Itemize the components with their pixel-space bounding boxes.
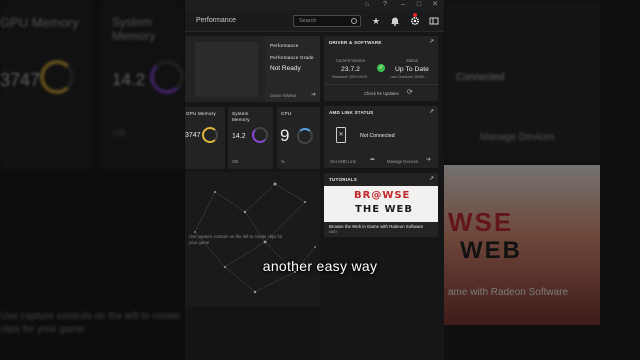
tutorial-caption: Browse the Web in Game with Radeon Softw… xyxy=(329,224,424,229)
tutorial-thumbnail[interactable]: BR@WSE THE WEB xyxy=(324,186,438,222)
share-icon[interactable]: ➦ xyxy=(370,156,375,163)
tutorials-title: TUTORIALS xyxy=(329,177,358,182)
status-label: Status xyxy=(406,58,418,63)
performance-graphic xyxy=(195,42,258,97)
metric-cpu[interactable]: CPU 9 % xyxy=(277,107,320,169)
capture-hint: Use capture controls on the left to crea… xyxy=(189,234,283,245)
bell-icon[interactable] xyxy=(390,16,400,26)
minimize-button[interactable]: – xyxy=(399,1,407,9)
sys-gauge-ring xyxy=(252,127,268,143)
check-updates-button[interactable]: Check for Updates ⟳ xyxy=(324,84,438,101)
arrow-right-icon: ➜ xyxy=(426,157,432,163)
page-title: Performance xyxy=(196,17,237,24)
metric-sys-unit: GB xyxy=(232,159,239,164)
performance-grade-box: Performance Performance Grade Not Ready … xyxy=(265,36,320,102)
banner-line1: BR@WSE xyxy=(354,190,411,201)
search-input[interactable]: Search xyxy=(293,15,361,27)
nav-bar: Performance Search ★ xyxy=(185,10,444,32)
capture-area: Use capture controls on the left to crea… xyxy=(185,172,320,307)
video-subtitle: another easy way xyxy=(262,258,378,274)
game-advisor-link[interactable]: Game Advisor xyxy=(270,93,296,98)
manage-devices[interactable]: Manage Devices xyxy=(387,159,418,164)
expand-arrow-icon[interactable]: ↗ xyxy=(429,175,434,182)
tutorials-card[interactable]: TUTORIALS ↗ BR@WSE THE WEB Browse the We… xyxy=(324,173,438,237)
gear-icon[interactable] xyxy=(410,16,420,26)
expand-arrow-icon[interactable]: ↗ xyxy=(429,108,434,115)
get-amd-link[interactable]: Get AMD Link xyxy=(330,159,356,164)
radeon-window: ⌂ ? – □ ✕ Performance Search ★ Performan… xyxy=(185,0,444,360)
search-icon xyxy=(351,18,357,24)
status-value: Up To Date xyxy=(395,66,429,73)
last-checked: Last Checked: 15/08/... xyxy=(390,75,427,79)
background-left-dim xyxy=(0,0,185,360)
home-icon[interactable]: ⌂ xyxy=(363,1,371,9)
tutorial-sub: AMD xyxy=(329,230,337,234)
close-button[interactable]: ✕ xyxy=(431,1,439,9)
expand-arrow-icon[interactable]: ↗ xyxy=(429,38,434,45)
driver-title: DRIVER & SOFTWARE xyxy=(329,40,382,45)
metric-cpu-label: CPU xyxy=(281,111,292,116)
metric-cpu-value: 9 xyxy=(280,126,290,145)
amd-link-title: AMD LINK STATUS xyxy=(329,110,374,115)
metric-sys-label: System Memory xyxy=(232,111,250,122)
screen: GPU Memory 3747 System Memory 14.2 GB Us… xyxy=(0,0,640,360)
title-bar: ⌂ ? – □ ✕ xyxy=(185,0,444,10)
metric-cpu-unit: % xyxy=(281,159,285,164)
current-version-value: 23.7.2 xyxy=(341,66,360,73)
refresh-icon: ⟳ xyxy=(407,89,413,96)
metric-gpu-value: 3747 xyxy=(185,132,201,139)
gpu-gauge-ring xyxy=(202,127,218,143)
maximize-button[interactable]: □ xyxy=(415,1,423,9)
background-right-dim xyxy=(444,0,640,360)
grade-label: Performance Grade xyxy=(270,55,314,60)
metric-sys-value: 14.2 xyxy=(232,133,246,140)
layout-icon[interactable] xyxy=(429,16,439,26)
grade-value: Not Ready xyxy=(270,65,301,72)
phone-disconnected-icon: ✕ xyxy=(336,127,346,143)
capture-area-footer xyxy=(185,307,320,360)
release-date: Released: 20/07/2023 xyxy=(332,75,368,79)
metric-system-memory[interactable]: System Memory 14.2 GB xyxy=(228,107,273,169)
arrow-right-icon: ➜ xyxy=(311,92,317,98)
performance-card: Performance Performance Grade Not Ready … xyxy=(185,36,320,102)
star-icon[interactable]: ★ xyxy=(371,16,381,26)
metric-gpu-label: GPU Memory xyxy=(186,111,216,116)
metric-gpu-memory[interactable]: GPU Memory 3747 xyxy=(185,107,225,169)
check-updates-label: Check for Updates xyxy=(364,91,399,96)
driver-software-card: DRIVER & SOFTWARE ↗ Current Version 23.7… xyxy=(324,36,438,101)
current-version-label: Current Version xyxy=(336,58,366,63)
amd-link-card: AMD LINK STATUS ↗ ✕ Not Connected Get AM… xyxy=(324,106,438,168)
cpu-gauge-ring xyxy=(297,128,313,144)
help-icon[interactable]: ? xyxy=(381,1,389,9)
banner-line2: THE WEB xyxy=(355,204,413,215)
link-status: Not Connected xyxy=(360,133,395,139)
performance-title: Performance xyxy=(270,43,299,48)
search-placeholder: Search xyxy=(299,18,317,24)
notification-dot xyxy=(413,13,417,17)
check-icon: ✓ xyxy=(377,64,385,72)
